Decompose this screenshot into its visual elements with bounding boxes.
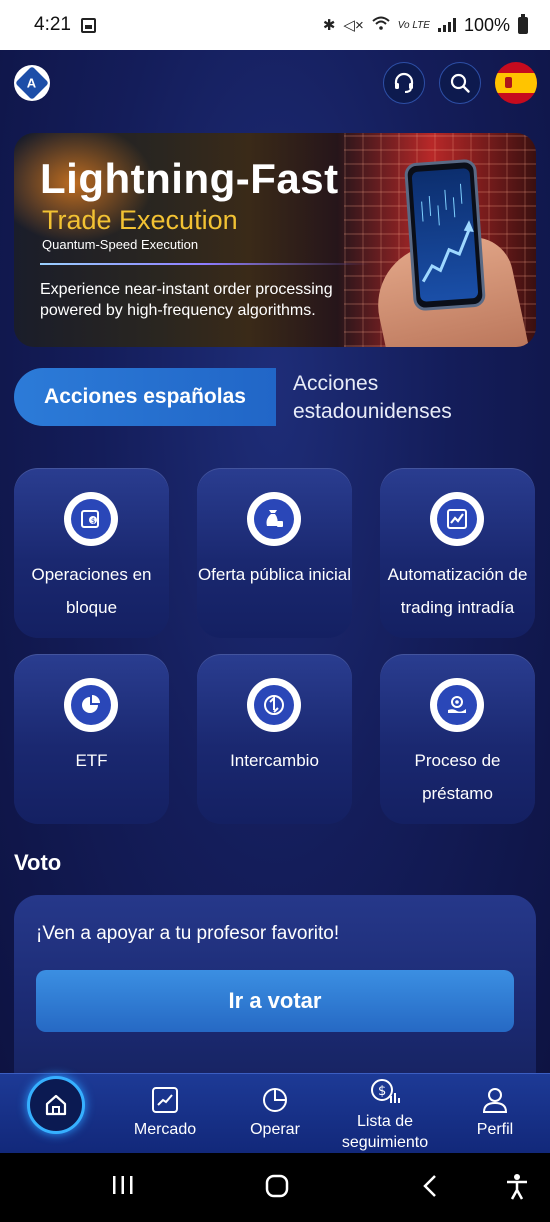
feature-card-loan-process[interactable]: Proceso de préstamo (380, 654, 535, 824)
loan-hand-icon (448, 696, 466, 713)
feature-card-ipo[interactable]: Oferta pública inicial (197, 468, 352, 638)
spain-flag-icon (495, 73, 537, 93)
tab-us-stocks[interactable]: Acciones estadounidenses (293, 370, 533, 426)
gallery-notification-icon (80, 17, 96, 33)
nav-market-label: Mercado (133, 1121, 197, 1138)
status-right: ✱ ◁× Vo LTE 100% (322, 13, 528, 36)
accessibility-icon (507, 1174, 527, 1200)
feature-card-etf[interactable]: ETF (14, 654, 169, 824)
system-navigation-bar (0, 1153, 550, 1222)
feature-card-exchange[interactable]: Intercambio (197, 654, 352, 824)
app-logo[interactable]: A (14, 65, 50, 101)
go-vote-button[interactable]: Ir a votar (36, 970, 514, 1032)
person-icon (482, 1088, 508, 1113)
nav-profile-label: Perfil (476, 1121, 514, 1138)
language-spain-flag-button[interactable] (495, 62, 537, 104)
block-trade-icon: $ (81, 510, 99, 528)
feature-label: Proceso de préstamo (414, 751, 501, 803)
feature-card-intraday-automation[interactable]: Automatización de trading intradía (380, 468, 535, 638)
accessibility-button[interactable] (504, 1173, 530, 1208)
banner-description: Experience near-instant order processing… (40, 281, 333, 319)
nav-watchlist-label: Lista de seguimiento (341, 1113, 429, 1151)
market-chart-icon (152, 1087, 178, 1113)
phone-illustration (403, 158, 487, 312)
support-button[interactable] (383, 62, 425, 104)
phone-chart-icon (421, 183, 474, 283)
search-icon (450, 73, 470, 93)
status-bar: 4:21 ✱ ◁× Vo LTE 100% (0, 0, 550, 50)
signal-icon (437, 18, 456, 32)
feature-label: Automatización de trading intradía (387, 565, 528, 617)
feature-label: Operaciones en bloque (31, 565, 152, 617)
app-logo-letter: A (27, 75, 37, 91)
feature-label: ETF (75, 751, 108, 770)
wifi-icon (372, 16, 390, 34)
search-button[interactable] (439, 62, 481, 104)
back-button[interactable] (420, 1173, 442, 1206)
banner-title: Lightning-Fast (40, 155, 339, 202)
market-tabs: Acciones españolas Acciones estadouniden… (14, 368, 550, 426)
volte-label: Vo LTE (397, 19, 430, 31)
phone-screen (411, 168, 479, 302)
vote-prompt: ¡Ven a apoyar a tu profesor favorito! (36, 923, 340, 944)
feature-label: Oferta pública inicial (197, 565, 352, 584)
top-bar: A (0, 50, 550, 122)
app-screen: A Lightning-Fast Trade Execution Quantum… (0, 50, 550, 1153)
home-system-button[interactable] (264, 1173, 290, 1206)
battery-icon (518, 13, 528, 34)
home-square-icon (265, 1174, 289, 1198)
feature-card-block-trades[interactable]: $ Operaciones en bloque (14, 468, 169, 638)
battery-percent: 100% (463, 14, 510, 35)
vote-section-title: Voto (14, 850, 62, 875)
bottom-navigation: Mercado Operar $ Lista de seguimiento Pe… (0, 1073, 550, 1153)
money-bag-icon (266, 510, 283, 527)
banner-tagline: Quantum-Speed Execution (42, 237, 199, 252)
recent-apps-button[interactable] (110, 1173, 136, 1204)
mute-icon: ◁× (343, 17, 364, 34)
promo-banner[interactable]: Lightning-Fast Trade Execution Quantum-S… (14, 133, 536, 347)
recent-apps-icon (113, 1176, 133, 1194)
exchange-icon (264, 695, 284, 715)
banner-divider (40, 263, 370, 265)
nav-home[interactable] (27, 1076, 85, 1134)
headset-icon (394, 72, 414, 93)
pie-chart-icon (82, 695, 100, 713)
svg-text:$: $ (378, 1084, 386, 1099)
nav-trade[interactable]: Operar (240, 1086, 310, 1140)
trend-chart-icon (447, 509, 467, 529)
nav-trade-label: Operar (250, 1121, 300, 1138)
status-time: 4:21 (34, 14, 71, 35)
flag-crest (505, 77, 512, 88)
back-chevron-icon (423, 1175, 436, 1197)
tab-spanish-stocks[interactable]: Acciones españolas (14, 368, 276, 426)
home-icon (45, 1094, 67, 1116)
pie-icon (263, 1088, 287, 1112)
bluetooth-icon: ✱ (322, 17, 336, 34)
banner-subtitle: Trade Execution (42, 205, 238, 235)
nav-market[interactable]: Mercado (126, 1086, 204, 1140)
nav-profile[interactable]: Perfil (465, 1086, 525, 1140)
status-left: 4:21 (34, 14, 96, 36)
watchlist-dollar-icon: $ (371, 1079, 400, 1103)
svg-text:$: $ (91, 517, 95, 525)
vote-card: ¡Ven a apoyar a tu profesor favorito! Ir… (14, 895, 536, 1095)
feature-label: Intercambio (230, 751, 319, 770)
nav-watchlist[interactable]: $ Lista de seguimiento (330, 1078, 440, 1153)
